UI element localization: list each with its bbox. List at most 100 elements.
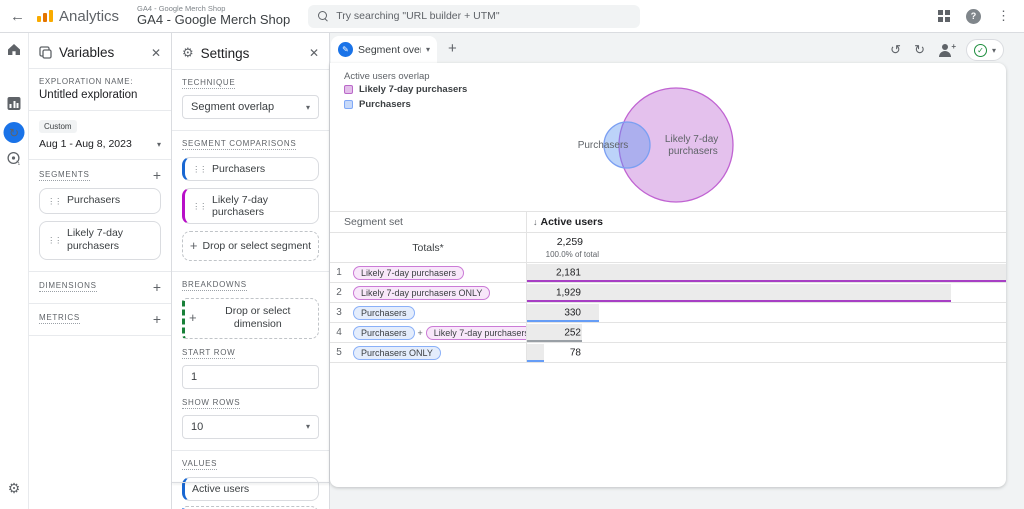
- apps-grid-icon[interactable]: [938, 10, 950, 22]
- segment-cell: Likely 7-day purchasers: [348, 266, 526, 280]
- start-row-value: 1: [191, 371, 197, 383]
- add-metric-icon[interactable]: +: [153, 313, 161, 325]
- active-users-bar: [527, 284, 951, 302]
- row-number: 1: [330, 267, 348, 278]
- segment-chip[interactable]: Likely 7-day purchasers: [426, 326, 526, 340]
- settings-gear-icon: ⚙: [182, 45, 194, 61]
- start-row-input[interactable]: 1: [182, 365, 319, 389]
- show-rows-value: 10: [191, 421, 203, 433]
- analytics-logo-icon[interactable]: [37, 10, 53, 22]
- add-segment-icon[interactable]: +: [153, 169, 161, 181]
- new-tab-icon[interactable]: +: [448, 40, 457, 57]
- table-row[interactable]: 2Likely 7-day purchasers ONLY1,929: [330, 282, 1006, 302]
- show-rows-select[interactable]: 10 ▾: [182, 415, 319, 439]
- segment-chip[interactable]: Likely 7-day purchasers: [353, 266, 464, 280]
- drop-metric-zone[interactable]: + Drop or select metric: [182, 506, 319, 509]
- share-user-icon[interactable]: +: [938, 44, 953, 57]
- segment-cell: Purchasers+Likely 7-day purchasers: [348, 326, 526, 340]
- search-bar[interactable]: [308, 5, 640, 28]
- variables-panel: Variables ✕ EXPLORATION NAME: Untitled e…: [29, 33, 172, 509]
- search-input[interactable]: [336, 10, 630, 22]
- segment-chip[interactable]: Purchasers: [353, 306, 415, 320]
- tab-segment-overlap[interactable]: ✎ Segment overl... ▾: [331, 36, 437, 63]
- comparison-card-label: Likely 7-day purchasers: [212, 194, 311, 218]
- table-row[interactable]: 4Purchasers+Likely 7-day purchasers252: [330, 322, 1006, 342]
- segment-chip[interactable]: Purchasers ONLY: [353, 346, 441, 360]
- property-name: GA4 - Google Merch Shop: [137, 13, 290, 27]
- active-users-value: 252: [527, 327, 581, 338]
- drop-dimension-text: Drop or select dimension: [202, 305, 314, 331]
- back-icon[interactable]: ←: [10, 8, 25, 25]
- comparison-segment-card[interactable]: ⋮⋮Purchasers: [182, 157, 319, 181]
- visualization-card: Active users overlap Likely 7-day purcha…: [330, 63, 1006, 487]
- plus-icon: +: [190, 238, 198, 254]
- drop-segment-text: Drop or select segment: [203, 240, 312, 253]
- overflow-menu-icon[interactable]: ⋮: [997, 8, 1010, 24]
- col-active-users-label: Active users: [541, 216, 603, 228]
- technique-select[interactable]: Segment overlap ▾: [182, 95, 319, 119]
- table-row[interactable]: 1Likely 7-day purchasers2,181: [330, 262, 1006, 282]
- legend-label: Purchasers: [359, 99, 411, 110]
- chevron-down-icon: ▾: [426, 45, 430, 54]
- row-number: 4: [330, 327, 348, 338]
- drop-segment-zone[interactable]: + Drop or select segment: [182, 231, 319, 261]
- property-switcher[interactable]: GA4 - Google Merch Shop GA4 - Google Mer…: [137, 5, 290, 28]
- pencil-icon: ✎: [338, 42, 353, 57]
- segment-comparisons-label: SEGMENT COMPARISONS: [182, 139, 296, 150]
- exploration-name-label: EXPLORATION NAME:: [39, 77, 161, 86]
- admin-gear-icon[interactable]: ⚙: [8, 480, 21, 497]
- help-icon[interactable]: ?: [966, 9, 981, 24]
- dimensions-label: DIMENSIONS: [39, 281, 97, 292]
- undo-icon[interactable]: ↺: [890, 42, 901, 58]
- segment-card-label: Purchasers: [67, 194, 120, 208]
- segment-cell: Purchasers ONLY: [348, 346, 526, 360]
- row-number: 2: [330, 287, 348, 298]
- close-settings-icon[interactable]: ✕: [309, 46, 319, 60]
- legend-label: Likely 7-day purchasers: [359, 84, 467, 95]
- exploration-name-value[interactable]: Untitled exploration: [39, 89, 161, 101]
- col-active-users[interactable]: ↓ Active users: [526, 212, 1006, 232]
- advertising-icon[interactable]: [7, 151, 22, 166]
- variables-segment-list: ⋮⋮ Purchasers ⋮⋮ Likely 7-day purchasers: [39, 188, 161, 260]
- date-range-selector[interactable]: Aug 1 - Aug 8, 2023 ▾: [39, 138, 161, 150]
- active-users-bar: [527, 264, 1006, 282]
- table-row[interactable]: 3Purchasers330: [330, 302, 1006, 322]
- active-users-cell: 252: [526, 323, 1006, 342]
- export-status-button[interactable]: ✓ ▾: [966, 39, 1004, 61]
- explore-icon-active[interactable]: ↻: [4, 122, 25, 143]
- legend-item: Likely 7-day purchasers: [344, 84, 467, 95]
- technique-value: Segment overlap: [191, 101, 274, 113]
- segment-chip[interactable]: Purchasers: [353, 326, 415, 340]
- legend-swatch: [344, 85, 353, 94]
- metrics-label: METRICS: [39, 313, 80, 324]
- plus-icon: +: [189, 310, 197, 326]
- drag-handle-icon[interactable]: ⋮⋮: [192, 165, 206, 173]
- chevron-down-icon: ▾: [157, 140, 161, 149]
- reports-icon[interactable]: [8, 97, 21, 110]
- value-metric-card[interactable]: Active users: [182, 477, 319, 501]
- table-header: Segment set ↓ Active users: [330, 211, 1006, 232]
- drag-handle-icon[interactable]: ⋮⋮: [192, 202, 206, 210]
- close-variables-icon[interactable]: ✕: [151, 46, 161, 60]
- segment-cell: Likely 7-day purchasers ONLY: [348, 286, 526, 300]
- segment-comparisons-list: ⋮⋮Purchasers⋮⋮Likely 7-day purchasers: [182, 157, 319, 224]
- add-dimension-icon[interactable]: +: [153, 281, 161, 293]
- venn-diagram[interactable]: Purchasers Likely 7-day purchasers: [555, 63, 835, 211]
- drag-handle-icon[interactable]: ⋮⋮: [47, 197, 61, 205]
- variables-segment-card[interactable]: ⋮⋮ Likely 7-day purchasers: [39, 221, 161, 260]
- home-icon[interactable]: [7, 43, 21, 56]
- comparison-segment-card[interactable]: ⋮⋮ Likely 7-day purchasers: [182, 188, 319, 224]
- ga4-analytics-app: ← Analytics GA4 - Google Merch Shop GA4 …: [0, 0, 1024, 509]
- redo-icon[interactable]: ↻: [914, 42, 925, 58]
- values-list: Active users: [182, 477, 319, 501]
- variables-segment-card[interactable]: ⋮⋮ Purchasers: [39, 188, 161, 214]
- drop-dimension-zone[interactable]: + Drop or select dimension: [182, 298, 319, 338]
- drag-handle-icon[interactable]: ⋮⋮: [47, 236, 61, 244]
- segment-card-label: Likely 7-day purchasers: [67, 227, 153, 254]
- venn-legend: Likely 7-day purchasers Purchasers: [344, 84, 467, 114]
- plus-icon: +: [951, 42, 956, 51]
- value-card-label: Active users: [192, 483, 249, 495]
- technique-label: TECHNIQUE: [182, 78, 235, 89]
- table-row[interactable]: 5Purchasers ONLY78: [330, 342, 1006, 362]
- segment-chip[interactable]: Likely 7-day purchasers ONLY: [353, 286, 490, 300]
